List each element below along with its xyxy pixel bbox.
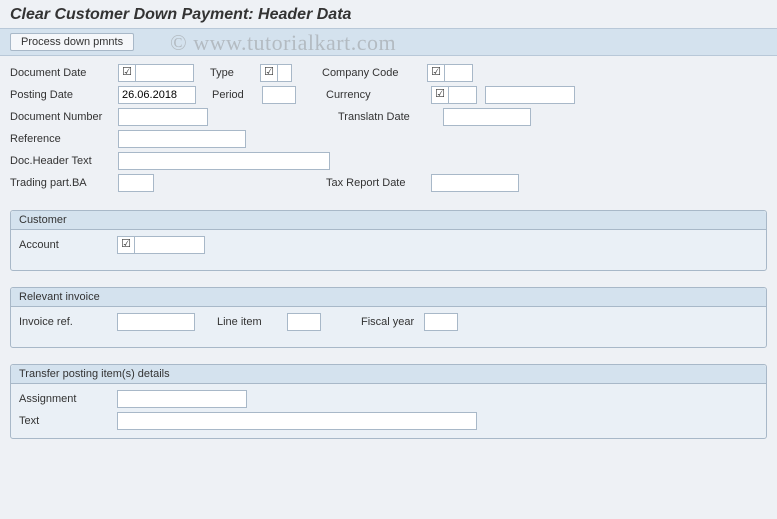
tax-report-date-label: Tax Report Date	[326, 177, 431, 189]
type-label: Type	[210, 67, 260, 79]
assignment-label: Assignment	[19, 393, 117, 405]
row-document-date: Document Date ☑ Type ☑ Company Code ☑	[10, 62, 767, 84]
company-code-field[interactable]: ☑	[427, 64, 445, 82]
text-input[interactable]	[117, 412, 477, 430]
trading-part-ba-label: Trading part.BA	[10, 177, 118, 189]
tax-report-date-input[interactable]	[431, 174, 519, 192]
account-field[interactable]: ☑	[117, 236, 135, 254]
trading-part-ba-input[interactable]	[118, 174, 154, 192]
row-doc-header-text: Doc.Header Text	[10, 150, 767, 172]
customer-group: Customer Account ☑	[10, 210, 767, 271]
type-field[interactable]: ☑	[260, 64, 278, 82]
relevant-invoice-group-title: Relevant invoice	[11, 288, 766, 307]
account-label: Account	[19, 239, 117, 251]
currency-input-ext[interactable]	[449, 86, 477, 104]
row-document-number: Document Number Translatn Date	[10, 106, 767, 128]
line-item-input[interactable]	[287, 313, 321, 331]
transfer-posting-group: Transfer posting item(s) details Assignm…	[10, 364, 767, 439]
transfer-posting-group-title: Transfer posting item(s) details	[11, 365, 766, 384]
doc-header-text-input[interactable]	[118, 152, 330, 170]
row-text: Text	[19, 410, 758, 432]
currency-rate-input[interactable]	[485, 86, 575, 104]
toolbar: Process down pmnts	[0, 28, 777, 56]
document-number-label: Document Number	[10, 111, 118, 123]
company-code-input-ext[interactable]	[445, 64, 473, 82]
currency-field[interactable]: ☑	[431, 86, 449, 104]
row-account: Account ☑	[19, 234, 758, 256]
fiscal-year-input[interactable]	[424, 313, 458, 331]
document-date-field[interactable]: ☑	[118, 64, 136, 82]
company-code-label: Company Code	[322, 67, 427, 79]
row-posting-date: Posting Date Period Currency ☑	[10, 84, 767, 106]
row-reference: Reference	[10, 128, 767, 150]
relevant-invoice-group: Relevant invoice Invoice ref. Line item …	[10, 287, 767, 348]
invoice-ref-label: Invoice ref.	[19, 316, 117, 328]
type-input-ext[interactable]	[278, 64, 292, 82]
page-title: Clear Customer Down Payment: Header Data	[0, 0, 777, 28]
translatn-date-label: Translatn Date	[338, 111, 443, 123]
line-item-label: Line item	[217, 316, 287, 328]
posting-date-input[interactable]	[118, 86, 196, 104]
posting-date-label: Posting Date	[10, 89, 118, 101]
assignment-input[interactable]	[117, 390, 247, 408]
process-down-payments-button[interactable]: Process down pmnts	[10, 33, 134, 51]
row-invoice-ref: Invoice ref. Line item Fiscal year	[19, 311, 758, 333]
account-input[interactable]	[135, 236, 205, 254]
fiscal-year-label: Fiscal year	[361, 316, 418, 328]
row-assignment: Assignment	[19, 388, 758, 410]
period-input[interactable]	[262, 86, 296, 104]
text-label: Text	[19, 415, 117, 427]
period-label: Period	[212, 89, 262, 101]
reference-input[interactable]	[118, 130, 246, 148]
reference-label: Reference	[10, 133, 118, 145]
document-date-label: Document Date	[10, 67, 118, 79]
customer-group-title: Customer	[11, 211, 766, 230]
translatn-date-input[interactable]	[443, 108, 531, 126]
currency-label: Currency	[326, 89, 431, 101]
document-number-input[interactable]	[118, 108, 208, 126]
doc-header-text-label: Doc.Header Text	[10, 155, 118, 167]
document-date-input[interactable]	[136, 64, 194, 82]
main-content: Document Date ☑ Type ☑ Company Code ☑ Po…	[0, 56, 777, 445]
row-trading-part-ba: Trading part.BA Tax Report Date	[10, 172, 767, 194]
invoice-ref-input[interactable]	[117, 313, 195, 331]
